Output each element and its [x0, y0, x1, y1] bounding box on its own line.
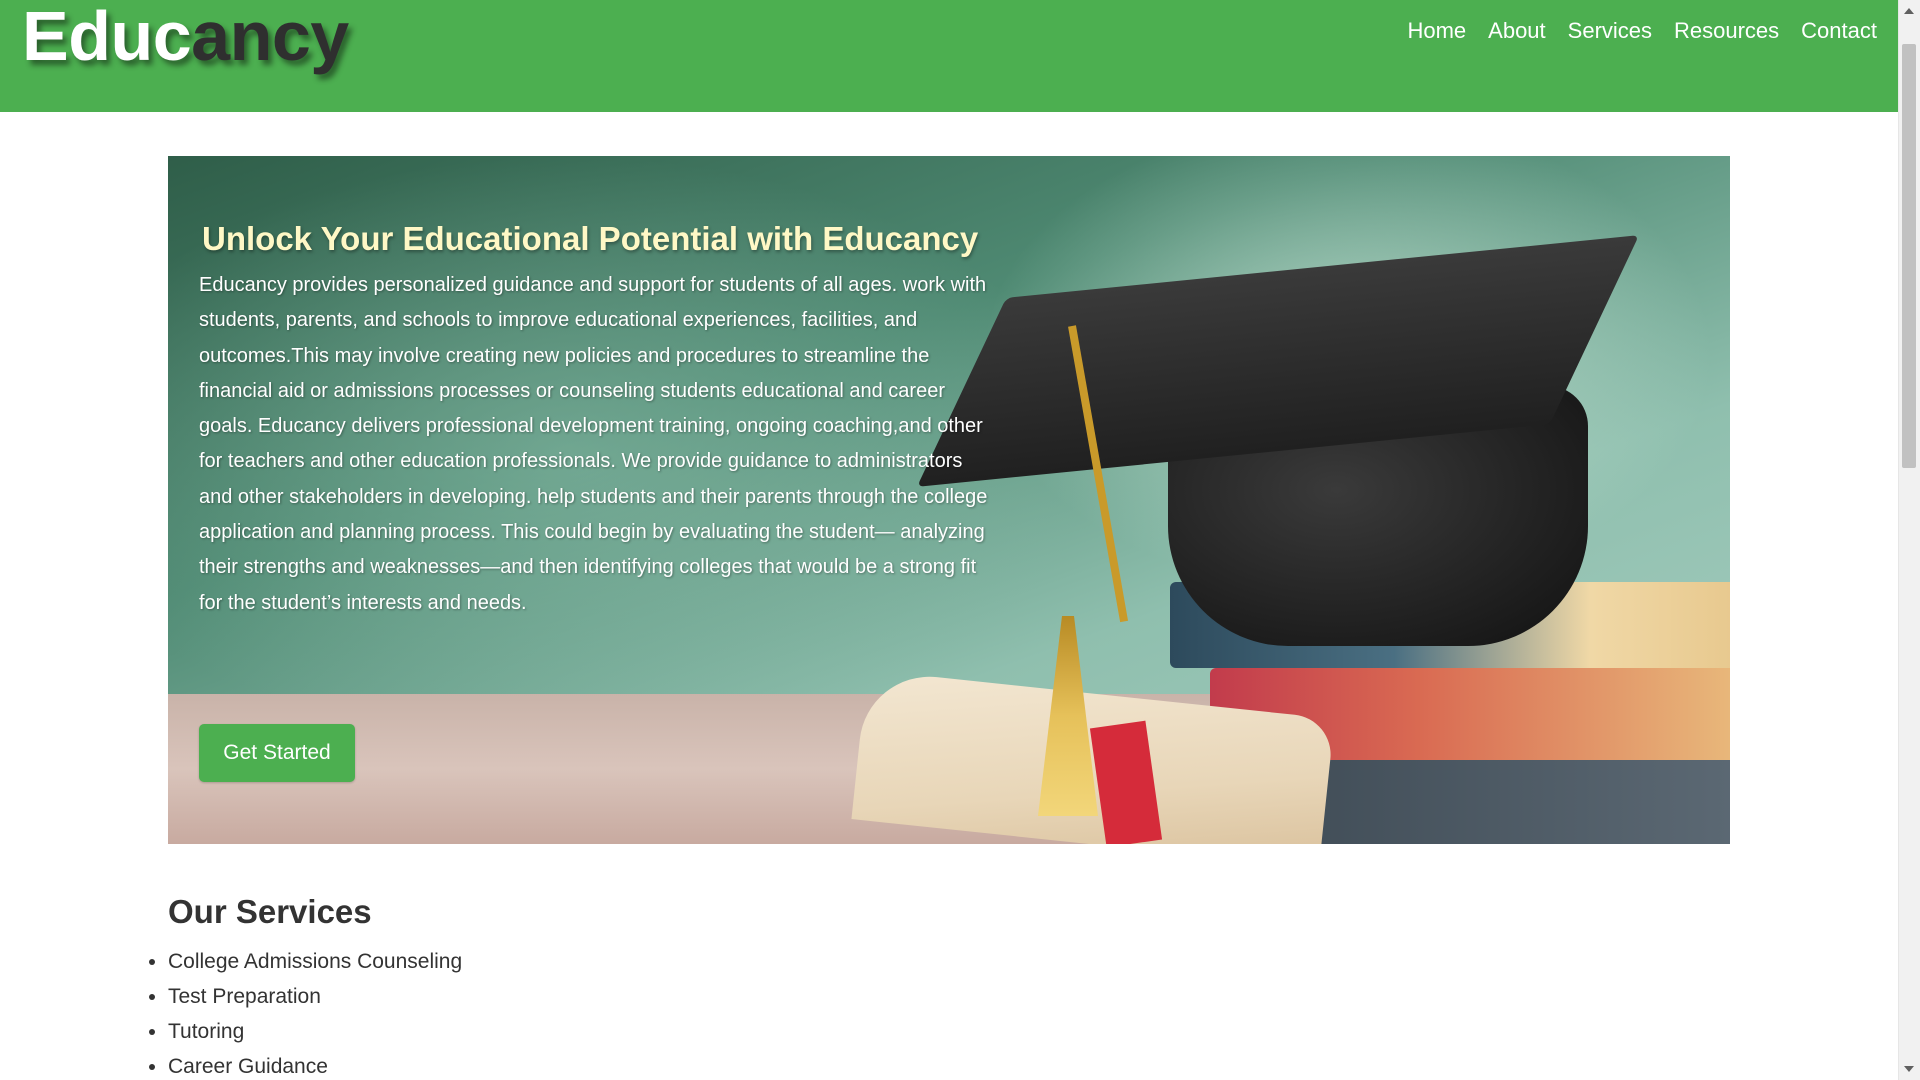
site-logo[interactable]: Educancy [22, 0, 349, 78]
main-nav: Home About Services Resources Contact [1385, 16, 1877, 46]
scroll-down-arrow-icon[interactable] [1904, 1066, 1914, 1072]
services-list-item: Career Guidance [148, 1049, 462, 1080]
hero-description: Educancy provides personalized guidance … [199, 274, 988, 614]
page: Educancy Home About Services Resources C… [0, 0, 1899, 1080]
nav-resources-link[interactable]: Resources [1674, 16, 1779, 46]
logo-text-part2: ancy [191, 0, 349, 75]
hero-banner: Unlock Your Educational Potential with E… [168, 156, 1730, 844]
services-list-item: Tutoring [148, 1014, 462, 1049]
scroll-up-arrow-icon[interactable] [1904, 8, 1914, 14]
services-list: College Admissions Counseling Test Prepa… [148, 944, 462, 1080]
vertical-scrollbar[interactable] [1898, 0, 1920, 1080]
nav-about-link[interactable]: About [1488, 16, 1546, 46]
scrollbar-thumb[interactable] [1902, 44, 1916, 468]
services-list-item: Test Preparation [148, 979, 462, 1014]
logo-text-part1: Educ [22, 0, 192, 75]
hero-title: Unlock Your Educational Potential with E… [202, 220, 979, 257]
nav-contact-link[interactable]: Contact [1801, 16, 1877, 46]
services-list-item: College Admissions Counseling [148, 944, 462, 979]
get-started-button[interactable]: Get Started [199, 724, 355, 782]
site-header: Educancy Home About Services Resources C… [0, 0, 1899, 112]
nav-services-link[interactable]: Services [1568, 16, 1652, 46]
nav-home-link[interactable]: Home [1407, 16, 1466, 46]
services-heading: Our Services [168, 893, 372, 930]
